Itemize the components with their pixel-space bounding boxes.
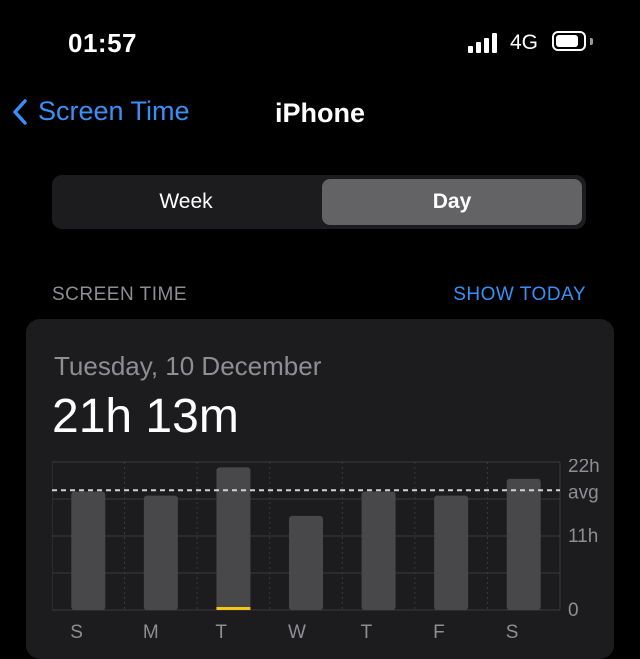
screen-time-card[interactable]: Tuesday, 10 December 21h 13m S M T W T F S 22h 1… xyxy=(26,319,614,659)
bar-4 xyxy=(361,491,396,610)
status-time: 01:57 xyxy=(68,28,137,58)
bar-2 xyxy=(216,467,251,610)
y-tick-label: 22h xyxy=(568,459,600,477)
battery-level-fill xyxy=(556,35,579,47)
navigation-bar: Screen Time iPhone xyxy=(0,88,640,140)
summary-date: Tuesday, 10 December xyxy=(54,351,322,381)
bar-3 xyxy=(289,515,323,610)
bar-5 xyxy=(434,495,469,610)
segment-day[interactable]: Day xyxy=(322,179,582,225)
segment-week[interactable]: Week xyxy=(56,179,316,225)
daily-usage-bar-chart: S M T W T F S22h11h0avg xyxy=(52,459,600,643)
show-today-link[interactable]: SHOW TODAY xyxy=(453,284,586,306)
battery-icon xyxy=(552,31,586,51)
selected-day-indicator xyxy=(216,607,251,610)
status-bar: 01:57 4G xyxy=(0,0,640,84)
network-type: 4G xyxy=(510,31,539,54)
y-tick-label: 11h xyxy=(568,526,598,547)
page-title: iPhone xyxy=(274,98,365,128)
y-tick-label: 0 xyxy=(568,600,579,621)
bar-1 xyxy=(143,495,178,610)
bar-6 xyxy=(506,478,541,610)
avg-label: avg xyxy=(568,482,599,503)
bar-0 xyxy=(71,491,106,610)
section-header: SCREEN TIME xyxy=(52,284,188,305)
cellular-signal-icon xyxy=(468,31,502,53)
summary-total-time: 21h 13m xyxy=(52,390,239,443)
week-day-segmented-control: Week Day xyxy=(52,175,586,229)
battery-tip xyxy=(590,38,593,45)
